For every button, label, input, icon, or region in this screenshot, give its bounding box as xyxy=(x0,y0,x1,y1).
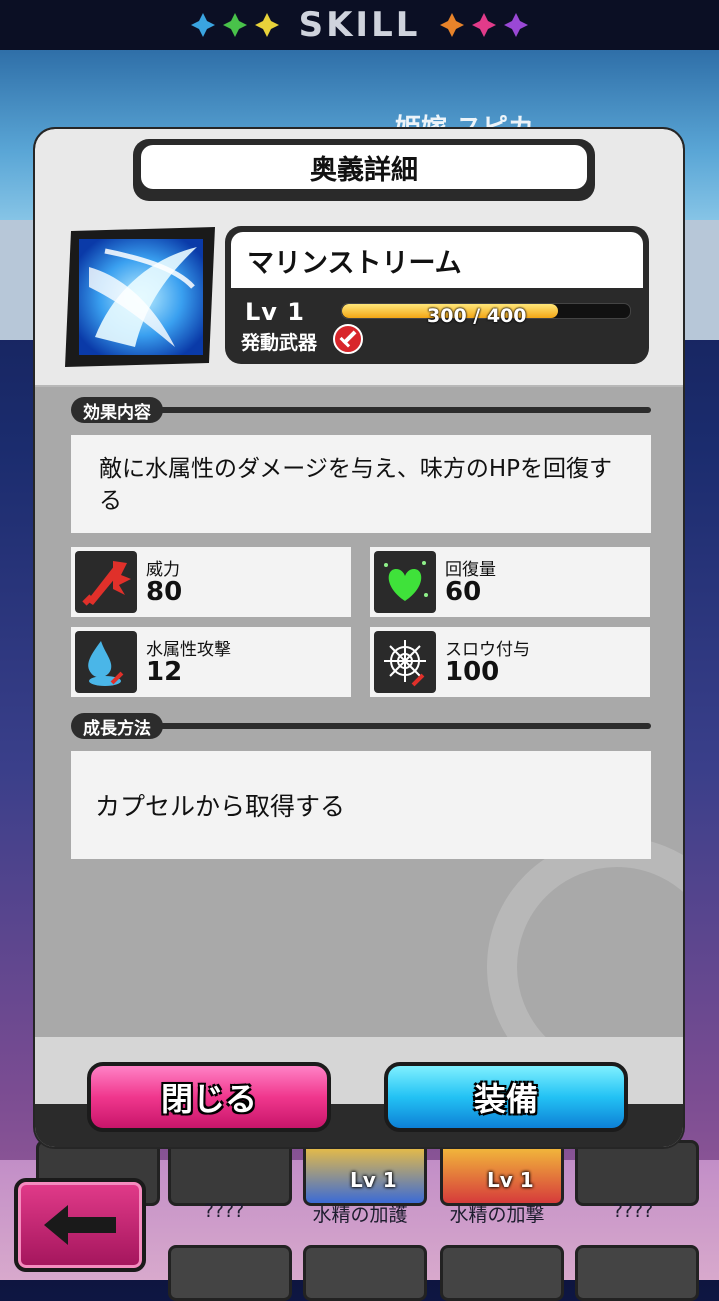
equip-button[interactable]: 装備 xyxy=(384,1062,628,1132)
sword-icon xyxy=(333,324,363,354)
exp-text: 300 / 400 xyxy=(427,305,527,327)
pink-gem-icon xyxy=(472,13,497,37)
back-button[interactable] xyxy=(14,1178,146,1272)
effect-section-label: 効果内容 xyxy=(71,397,163,423)
stat-heal: 回復量 60 xyxy=(370,547,650,617)
left-gems xyxy=(189,11,281,39)
stat-slow: スロウ付与 100 xyxy=(370,627,650,697)
back-arrow-icon xyxy=(44,1205,116,1245)
skill-card[interactable] xyxy=(168,1140,292,1206)
blue-gem-icon xyxy=(190,13,215,37)
stat-power: 威力 80 xyxy=(71,547,351,617)
heart-heal-icon xyxy=(374,551,436,613)
card-level: Lv 1 xyxy=(487,1168,534,1192)
skill-name: マリンストリーム xyxy=(231,232,643,288)
close-button[interactable]: 閉じる xyxy=(87,1062,331,1132)
purple-gem-icon xyxy=(504,13,529,37)
modal-header: 奥義詳細 xyxy=(133,139,595,201)
skill-detail-modal: 奥義詳細 マリンストリーム Lv 1 300 / 400 発動武器 効果内容 敵… xyxy=(33,127,685,1149)
orange-gem-icon xyxy=(440,13,465,37)
watermark-emblem xyxy=(487,837,683,1037)
stat-value: 60 xyxy=(445,577,482,607)
card-label: ???? xyxy=(612,1200,654,1222)
power-icon xyxy=(75,551,137,613)
water-drop-icon xyxy=(75,631,137,693)
stat-water-attack: 水属性攻撃 12 xyxy=(71,627,351,697)
card-label: ???? xyxy=(203,1200,245,1222)
skill-card[interactable] xyxy=(575,1245,699,1301)
right-gems xyxy=(438,11,530,39)
stat-value: 80 xyxy=(146,577,183,607)
card-level: Lv 1 xyxy=(350,1168,397,1192)
weapon-label: 発動武器 xyxy=(241,332,318,354)
skill-card[interactable] xyxy=(575,1140,699,1206)
top-bar: SKILL xyxy=(0,0,719,50)
stat-value: 100 xyxy=(445,657,500,687)
skill-info-box: マリンストリーム Lv 1 300 / 400 発動武器 xyxy=(225,226,649,364)
web-icon xyxy=(374,631,436,693)
green-gem-icon xyxy=(222,13,247,37)
skill-emblem-icon xyxy=(65,227,215,367)
yellow-gem-icon xyxy=(254,13,279,37)
growth-section-label: 成長方法 xyxy=(71,713,163,739)
page-title: SKILL xyxy=(298,5,421,45)
modal-title: 奥義詳細 xyxy=(141,145,587,189)
effect-description: 敵に水属性のダメージを与え、味方のHPを回復する xyxy=(71,435,651,533)
skill-card[interactable] xyxy=(168,1245,292,1301)
skill-card[interactable] xyxy=(440,1245,564,1301)
stat-value: 12 xyxy=(146,657,183,687)
card-label: 水精の加護 xyxy=(312,1204,408,1226)
skill-card[interactable] xyxy=(303,1245,427,1301)
card-label: 水精の加撃 xyxy=(449,1204,545,1226)
skill-level: Lv 1 xyxy=(245,298,305,326)
growth-description: カプセルから取得する xyxy=(71,751,651,859)
